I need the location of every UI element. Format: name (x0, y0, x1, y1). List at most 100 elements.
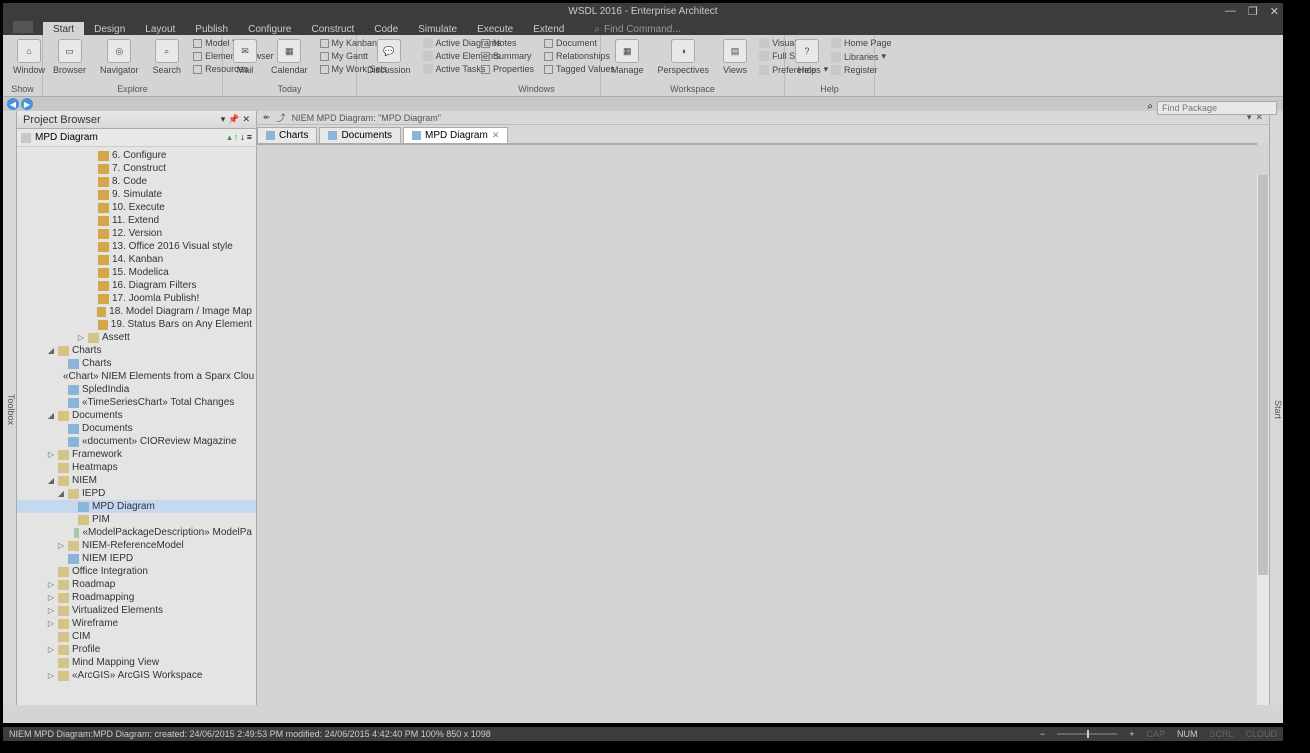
new-icon[interactable]: ▴ (227, 132, 232, 143)
breadcrumb: NIEM MPD Diagram: "MPD Diagram" (292, 113, 441, 123)
tree-item[interactable]: 18. Model Diagram / Image Map (17, 305, 256, 318)
tree-item[interactable]: 6. Configure (17, 149, 256, 162)
tree-item[interactable]: Office Integration (17, 565, 256, 578)
search-icon[interactable]: ⌕ (1147, 101, 1153, 112)
home-icon: ⌂ (17, 39, 41, 63)
tree-item[interactable]: NIEM IEPD (17, 552, 256, 565)
statusbar: NIEM MPD Diagram:MPD Diagram: created: 2… (3, 727, 1283, 741)
diagram-canvas[interactable]: ▭ «ModelPackageDescri... ModelPackageDes… (257, 143, 1257, 145)
scrollbar-vertical[interactable] (1257, 175, 1269, 705)
tree-item[interactable]: CIM (17, 630, 256, 643)
search-button[interactable]: ⌕Search (147, 37, 188, 77)
forward-button[interactable]: ▶ (21, 98, 33, 110)
libraries[interactable]: Libraries ▾ (829, 50, 894, 63)
manage-button[interactable]: ▦Manage (605, 37, 650, 77)
tree-item[interactable]: MPD Diagram (17, 500, 256, 513)
calendar-icon: ▦ (277, 39, 301, 63)
tree-item[interactable]: ▷Virtualized Elements (17, 604, 256, 617)
tree-item[interactable]: ▷NIEM-ReferenceModel (17, 539, 256, 552)
discussion-button[interactable]: 💬Discussion (361, 37, 417, 77)
tree-item[interactable]: ▷Assett (17, 331, 256, 344)
tree-item[interactable]: 14. Kanban (17, 253, 256, 266)
tree-item[interactable]: 10. Execute (17, 201, 256, 214)
down-icon[interactable]: ↓ (240, 132, 245, 143)
tree-item[interactable]: ◢Charts (17, 344, 256, 357)
tree-item[interactable]: 17. Joomla Publish! (17, 292, 256, 305)
tree-item[interactable]: 11. Extend (17, 214, 256, 227)
breadcrumb-icon2[interactable]: ⤴ (277, 111, 286, 124)
find-command[interactable]: ⌕Find Command... (594, 24, 680, 35)
perspectives-icon: ◑ (671, 39, 695, 63)
canvas-tab[interactable]: Charts (257, 127, 317, 143)
mail-button[interactable]: ✉Mail (227, 37, 263, 77)
perspectives-button[interactable]: ◑Perspectives (652, 37, 716, 77)
toolbox-strip[interactable]: Toolbox (3, 111, 17, 705)
browser-button[interactable]: ▭Browser (47, 37, 92, 77)
scrl-indicator: SCRL (1209, 729, 1233, 739)
zoom-out[interactable]: − (1040, 729, 1045, 739)
browser-title: Project Browser (23, 114, 101, 126)
diagram-icon (21, 133, 31, 143)
tree-item[interactable]: Mind Mapping View (17, 656, 256, 669)
zoom-in[interactable]: + (1129, 729, 1134, 739)
pin-icon[interactable]: 📌 (228, 114, 239, 125)
tree-item[interactable]: PIM (17, 513, 256, 526)
close-button[interactable]: ✕ (1270, 5, 1279, 18)
pin-icon[interactable]: ▾ (221, 114, 226, 125)
task-icon (423, 64, 433, 74)
up-icon[interactable]: ↑ (234, 132, 239, 143)
canvas-tab[interactable]: Documents (319, 127, 401, 143)
close-icon[interactable]: ✕ (242, 114, 250, 125)
properties-check[interactable]: Properties (479, 63, 536, 75)
breadcrumb-icon[interactable]: ↞ (263, 112, 271, 123)
tree-item[interactable]: «ModelPackageDescription» ModelPa (17, 526, 256, 539)
tree-item[interactable]: ▷Profile (17, 643, 256, 656)
tree-item[interactable]: 8. Code (17, 175, 256, 188)
zoom-slider[interactable] (1057, 733, 1117, 735)
tree-item[interactable]: 15. Modelica (17, 266, 256, 279)
tree-item[interactable]: ▷Framework (17, 448, 256, 461)
canvas-tab[interactable]: MPD Diagram✕ (403, 127, 508, 143)
home-page[interactable]: Home Page (829, 37, 894, 49)
diagram-icon (423, 38, 433, 48)
tree: 6. Configure7. Construct8. Code9. Simula… (17, 147, 256, 705)
tree-item[interactable]: Charts (17, 357, 256, 370)
close-icon[interactable]: ✕ (492, 130, 500, 141)
tree-item[interactable]: ▷Wireframe (17, 617, 256, 630)
tree-item[interactable]: ▷Roadmapping (17, 591, 256, 604)
tree-item[interactable]: «TimeSeriesChart» Total Changes (17, 396, 256, 409)
tree-item[interactable]: 12. Version (17, 227, 256, 240)
tree-item[interactable]: Heatmaps (17, 461, 256, 474)
calendar-button[interactable]: ▦Calendar (265, 37, 314, 77)
tree-item[interactable]: «Chart» NIEM Elements from a Sparx Clou (17, 370, 256, 383)
notes-check[interactable]: Notes (479, 37, 536, 49)
tree-item[interactable]: ◢IEPD (17, 487, 256, 500)
summary-check[interactable]: Summary (479, 50, 536, 62)
tree-item[interactable]: 16. Diagram Filters (17, 279, 256, 292)
tree-item[interactable]: 19. Status Bars on Any Element (17, 318, 256, 331)
canvas-tabs: ChartsDocumentsMPD Diagram✕ (257, 125, 1269, 143)
tree-item[interactable]: ◢NIEM (17, 474, 256, 487)
tree-item[interactable]: Documents (17, 422, 256, 435)
tree-item[interactable]: «document» CIOReview Magazine (17, 435, 256, 448)
help-button[interactable]: ?Help (789, 37, 825, 77)
tree-item[interactable]: 13. Office 2016 Visual style (17, 240, 256, 253)
tree-item[interactable]: ▷«ArcGIS» ArcGIS Workspace (17, 669, 256, 682)
tree-item[interactable]: ◢Documents (17, 409, 256, 422)
find-package-input[interactable] (1157, 101, 1277, 115)
app-icon[interactable] (13, 21, 33, 33)
register[interactable]: Register (829, 64, 894, 76)
num-indicator: NUM (1177, 729, 1198, 739)
minimize-button[interactable]: — (1225, 5, 1236, 18)
maximize-button[interactable]: ❐ (1248, 5, 1258, 18)
navigator-button[interactable]: ◎Navigator (94, 37, 145, 77)
menu-icon[interactable]: ≡ (247, 132, 252, 143)
back-button[interactable]: ◀ (7, 98, 19, 110)
tree-item[interactable]: 9. Simulate (17, 188, 256, 201)
tree-item[interactable]: 7. Construct (17, 162, 256, 175)
tree-item[interactable]: SpledIndia (17, 383, 256, 396)
views-button[interactable]: ▤Views (717, 37, 753, 77)
system-strip[interactable]: Start (1269, 111, 1283, 705)
tree-item[interactable]: ▷Roadmap (17, 578, 256, 591)
discussion-icon: 💬 (377, 39, 401, 63)
